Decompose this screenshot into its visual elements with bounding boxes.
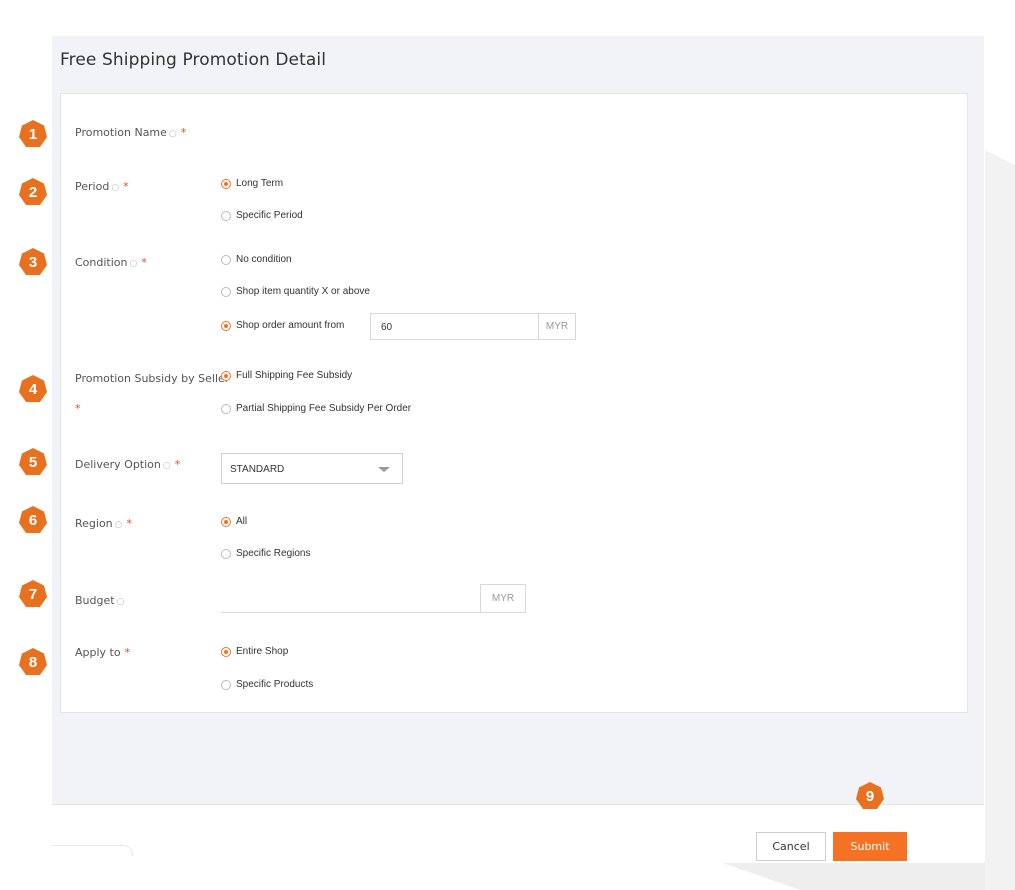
step-badge-9: 9 bbox=[855, 781, 885, 811]
info-hint-icon: ○ bbox=[116, 597, 125, 607]
step-badge-3: 3 bbox=[18, 247, 48, 277]
apply-specific-products-radio[interactable]: Specific Products bbox=[221, 679, 313, 690]
required-mark: * bbox=[75, 402, 81, 415]
condition-item-quantity-radio[interactable]: Shop item quantity X or above bbox=[221, 286, 370, 297]
required-mark: * bbox=[174, 458, 181, 471]
step-badge-2: 2 bbox=[18, 177, 48, 207]
radio-unchecked-icon bbox=[221, 679, 231, 690]
step-badge-8: 8 bbox=[18, 647, 48, 677]
budget-input[interactable]: MYR bbox=[221, 584, 526, 613]
badge-number: 8 bbox=[28, 653, 38, 671]
badge-number: 9 bbox=[865, 787, 875, 805]
radio-checked-icon bbox=[221, 646, 231, 657]
delivery-label-text: Delivery Option bbox=[75, 458, 161, 471]
form-card bbox=[60, 93, 968, 713]
region-label: Region ○ * bbox=[75, 517, 132, 530]
info-hint-icon: ○ bbox=[129, 259, 138, 269]
currency-suffix: MYR bbox=[480, 584, 525, 612]
radio-checked-icon bbox=[221, 320, 231, 331]
info-hint-icon: ○ bbox=[111, 183, 120, 193]
delivery-option-value: STANDARD bbox=[230, 464, 285, 475]
info-hint-icon: ○ bbox=[114, 520, 123, 530]
radio-checked-icon bbox=[221, 370, 231, 381]
apply-entire-shop-radio[interactable]: Entire Shop bbox=[221, 646, 288, 657]
region-specific-radio[interactable]: Specific Regions bbox=[221, 548, 310, 559]
badge-number: 2 bbox=[28, 183, 38, 201]
badge-number: 1 bbox=[28, 125, 38, 143]
radio-label: No condition bbox=[236, 254, 292, 265]
badge-number: 3 bbox=[28, 253, 38, 271]
condition-none-radio[interactable]: No condition bbox=[221, 254, 292, 265]
info-hint-icon: ○ bbox=[168, 129, 177, 139]
radio-unchecked-icon bbox=[221, 548, 231, 559]
step-badge-1: 1 bbox=[18, 119, 48, 149]
period-label: Period ○ * bbox=[75, 180, 129, 193]
required-mark: * bbox=[126, 517, 133, 530]
radio-label: Specific Regions bbox=[236, 548, 311, 559]
radio-label: Long Term bbox=[236, 178, 284, 189]
subsidy-full-radio[interactable]: Full Shipping Fee Subsidy bbox=[221, 370, 352, 381]
cancel-button[interactable]: Cancel bbox=[756, 832, 826, 861]
promotion-name-label-text: Promotion Name bbox=[75, 126, 167, 139]
promotion-detail-panel: Free Shipping Promotion Detail bbox=[52, 36, 984, 804]
required-mark: * bbox=[180, 126, 187, 139]
radio-label: All bbox=[236, 516, 248, 527]
footer-tab-decoration bbox=[52, 845, 133, 856]
page-title: Free Shipping Promotion Detail bbox=[60, 50, 327, 70]
badge-number: 4 bbox=[28, 380, 38, 398]
radio-checked-icon bbox=[221, 516, 231, 527]
radio-label: Entire Shop bbox=[236, 646, 289, 657]
delivery-option-select[interactable]: STANDARD bbox=[221, 453, 403, 484]
radio-label: Partial Shipping Fee Subsidy Per Order bbox=[236, 403, 412, 414]
budget-label: Budget ○ bbox=[75, 594, 124, 607]
radio-label: Shop order amount from bbox=[236, 320, 345, 331]
currency-suffix: MYR bbox=[538, 314, 575, 339]
badge-number: 7 bbox=[28, 585, 38, 603]
condition-label-text: Condition bbox=[75, 256, 128, 269]
radio-label: Full Shipping Fee Subsidy bbox=[236, 370, 353, 381]
subsidy-label: Promotion Subsidy by Seller bbox=[75, 372, 229, 385]
region-all-radio[interactable]: All bbox=[221, 516, 247, 527]
badge-number: 6 bbox=[28, 511, 38, 529]
submit-button[interactable]: Submit bbox=[833, 832, 907, 861]
radio-label: Specific Period bbox=[236, 210, 303, 221]
badge-number: 5 bbox=[28, 453, 38, 471]
radio-label: Shop item quantity X or above bbox=[236, 286, 370, 297]
period-long-term-radio[interactable]: Long Term bbox=[221, 178, 283, 189]
radio-unchecked-icon bbox=[221, 254, 231, 265]
subsidy-label-text: Promotion Subsidy by Seller bbox=[75, 372, 230, 385]
promotion-name-label: Promotion Name ○ * bbox=[75, 126, 186, 139]
radio-unchecked-icon bbox=[221, 286, 231, 297]
required-mark: * bbox=[123, 180, 129, 193]
order-amount-value: 60 bbox=[381, 322, 393, 333]
radio-unchecked-icon bbox=[221, 210, 231, 221]
period-specific-radio[interactable]: Specific Period bbox=[221, 210, 303, 221]
apply-to-label-text: Apply to bbox=[75, 646, 121, 659]
radio-checked-icon bbox=[221, 178, 231, 189]
condition-order-amount-radio[interactable]: Shop order amount from bbox=[221, 320, 344, 331]
condition-label: Condition ○ * bbox=[75, 256, 147, 269]
step-badge-5: 5 bbox=[18, 447, 48, 477]
subsidy-partial-radio[interactable]: Partial Shipping Fee Subsidy Per Order bbox=[221, 403, 411, 414]
required-mark: * bbox=[141, 256, 147, 269]
info-hint-icon: ○ bbox=[162, 461, 171, 471]
chevron-down-icon bbox=[378, 467, 390, 472]
delivery-option-label: Delivery Option ○ * bbox=[75, 458, 180, 471]
order-amount-input[interactable]: 60 MYR bbox=[370, 313, 576, 340]
budget-label-text: Budget bbox=[75, 594, 115, 607]
apply-to-label: Apply to * bbox=[75, 646, 130, 659]
subsidy-required-line: * bbox=[75, 402, 81, 415]
step-badge-7: 7 bbox=[18, 579, 48, 609]
required-mark: * bbox=[124, 646, 131, 659]
step-badge-4: 4 bbox=[18, 374, 48, 404]
radio-label: Specific Products bbox=[236, 679, 314, 690]
region-label-text: Region bbox=[75, 517, 113, 530]
radio-unchecked-icon bbox=[221, 403, 231, 414]
step-badge-6: 6 bbox=[18, 505, 48, 535]
period-label-text: Period bbox=[75, 180, 110, 193]
